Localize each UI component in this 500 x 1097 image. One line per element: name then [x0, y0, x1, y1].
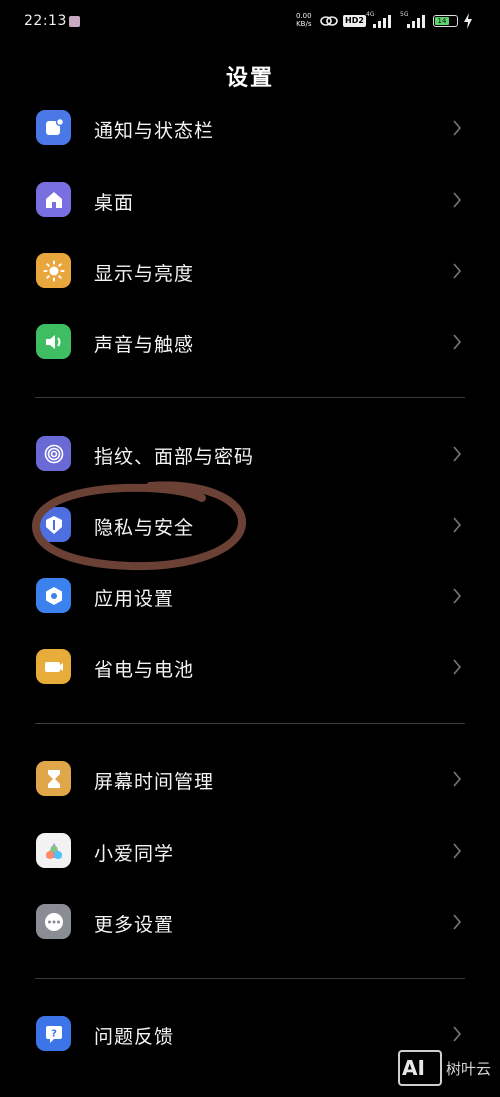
chevron-right-icon: [453, 334, 462, 350]
settings-item-label: 通知与状态栏: [94, 120, 215, 142]
section-divider: [35, 397, 465, 398]
notification-app-icon: [69, 16, 80, 27]
settings-item-notifications[interactable]: 通知与状态栏: [0, 92, 500, 164]
status-time: 22:13: [24, 13, 67, 29]
settings-item-xiaoai[interactable]: 小爱同学: [0, 815, 500, 887]
settings-item-more[interactable]: 更多设置: [0, 886, 500, 958]
signal-strength-icon: [407, 15, 425, 28]
assistant-icon: [36, 833, 71, 868]
hotspot-link-icon: [320, 16, 338, 26]
settings-item-label: 更多设置: [94, 914, 175, 936]
settings-item-label: 应用设置: [94, 588, 175, 610]
signal-strength-icon: [373, 15, 391, 28]
charging-bolt-icon: [464, 13, 472, 29]
settings-item-label: 问题反馈: [94, 1026, 175, 1048]
more-icon: [36, 904, 71, 939]
chevron-right-icon: [453, 588, 462, 604]
hourglass-icon: [36, 761, 71, 796]
chevron-right-icon: [453, 517, 462, 533]
battery-icon: [36, 649, 71, 684]
chevron-right-icon: [453, 659, 462, 675]
chevron-right-icon: [453, 914, 462, 930]
chevron-right-icon: [453, 192, 462, 208]
settings-item-battery[interactable]: 省电与电池: [0, 631, 500, 703]
notification-icon: [36, 110, 71, 145]
section-divider: [35, 723, 465, 724]
settings-item-display[interactable]: 显示与亮度: [0, 235, 500, 307]
settings-item-label: 桌面: [94, 192, 135, 214]
settings-item-label: 省电与电池: [94, 659, 195, 681]
status-bar: 22:13 0.00 KB/s HD2 4G 5G 14: [0, 0, 500, 44]
feedback-icon: ?: [36, 1016, 71, 1051]
settings-item-label: 屏幕时间管理: [94, 771, 215, 793]
settings-item-sound[interactable]: 声音与触感: [0, 306, 500, 378]
chevron-right-icon: [453, 120, 462, 136]
watermark-text: 树叶云: [446, 1060, 492, 1078]
speaker-icon: [36, 324, 71, 359]
watermark-logo: AI: [398, 1050, 442, 1086]
chevron-right-icon: [453, 771, 462, 787]
svg-text:?: ?: [51, 1028, 57, 1039]
chevron-right-icon: [453, 263, 462, 279]
section-divider: [35, 978, 465, 979]
hd-voice-badge: HD2: [343, 15, 366, 27]
chevron-right-icon: [453, 446, 462, 462]
app-gear-icon: [36, 578, 71, 613]
battery-level: 14: [435, 17, 449, 25]
settings-item-screen-time[interactable]: 屏幕时间管理: [0, 743, 500, 815]
settings-item-label: 小爱同学: [94, 843, 175, 865]
chevron-right-icon: [453, 1026, 462, 1042]
settings-item-label: 显示与亮度: [94, 263, 195, 285]
network-speed-value: 0.00: [296, 12, 312, 20]
battery-icon: 14: [433, 15, 458, 27]
watermark: AI 树叶云: [398, 1050, 498, 1090]
network-speed-unit: KB/s: [296, 20, 312, 28]
fingerprint-icon: [36, 436, 71, 471]
sun-icon: [36, 253, 71, 288]
annotation-circle: [31, 481, 246, 571]
network-speed: 0.00 KB/s: [296, 12, 312, 28]
chevron-right-icon: [453, 843, 462, 859]
settings-item-label: 指纹、面部与密码: [94, 446, 255, 468]
page-title: 设置: [225, 66, 274, 91]
settings-item-label: 声音与触感: [94, 334, 195, 356]
home-icon: [36, 182, 71, 217]
settings-item-desktop[interactable]: 桌面: [0, 164, 500, 236]
